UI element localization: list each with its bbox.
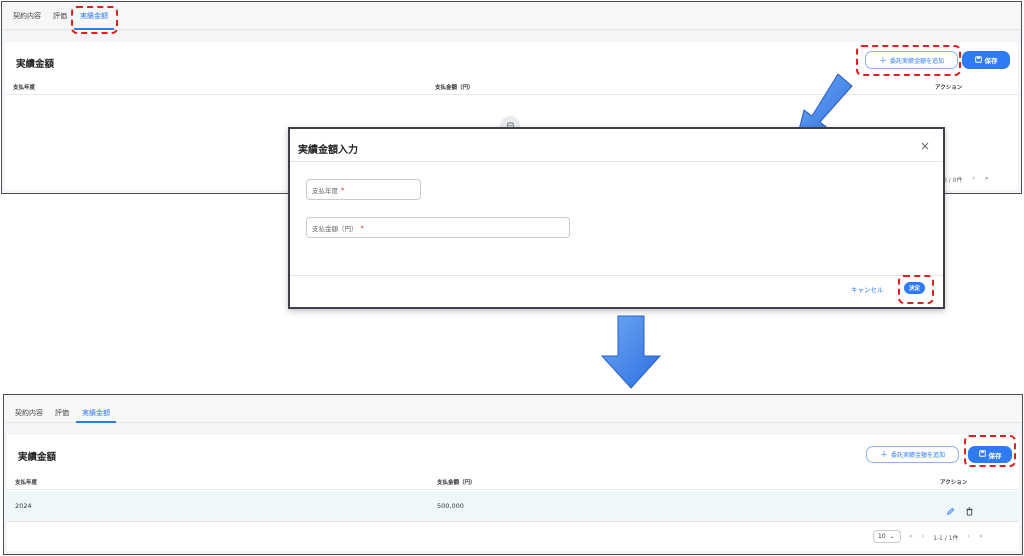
amount-field[interactable]: 支払金額（円） * [306, 217, 570, 238]
chevron-down-icon: ⌄ [889, 533, 895, 540]
active-tab-indicator [74, 28, 114, 30]
column-year: 支払年度 [15, 480, 38, 486]
confirm-button[interactable]: 決定 [904, 282, 925, 294]
save-icon [978, 450, 986, 459]
cancel-button[interactable]: キャンセル [851, 284, 884, 294]
column-action: アクション [940, 480, 968, 486]
tab-contract[interactable]: 契約内容 [13, 11, 41, 21]
edit-icon[interactable] [946, 501, 955, 520]
column-amount: 支払金額（円） [437, 480, 476, 486]
tab-bar: 契約内容 評価 実績金額 [2, 2, 1021, 30]
dialog: 実績金額入力 × 支払年度 * 支払金額（円） * キャンセル 決定 [288, 127, 945, 309]
tab-evaluation[interactable]: 評価 [55, 408, 69, 418]
cell-year: 2024 [15, 502, 32, 510]
section-title: 実績金額 [18, 452, 57, 463]
page-size-select[interactable]: 10 ⌄ [873, 530, 901, 543]
plus-icon: ＋ [878, 55, 887, 65]
dialog-footer-divider [290, 275, 943, 276]
dialog-title: 実績金額入力 [298, 145, 358, 156]
save-button[interactable]: 保存 [962, 51, 1010, 69]
prev-page-icon[interactable]: ‹ [922, 533, 924, 542]
tab-actual-amount[interactable]: 実績金額 [82, 408, 110, 418]
last-page-icon[interactable]: » [979, 533, 983, 542]
content-card: 実績金額 ＋ 委託実績金額を追加 保存 支払年度 支払金額（円） アクション 2… [7, 435, 1019, 551]
tab-evaluation[interactable]: 評価 [53, 11, 67, 21]
column-amount: 支払金額（円） [435, 85, 474, 91]
save-icon [974, 55, 982, 65]
next-page-icon[interactable]: › [968, 533, 970, 542]
delete-icon[interactable] [965, 501, 974, 520]
cell-amount: 500,000 [437, 502, 464, 510]
bottom-screen: 契約内容 評価 実績金額 実績金額 ＋ 委託実績金額を追加 保存 支払年度 支払… [3, 394, 1023, 555]
tab-actual-amount[interactable]: 実績金額 [80, 11, 108, 21]
active-tab-indicator [76, 421, 116, 423]
down-arrow-icon [600, 315, 662, 389]
add-amount-button[interactable]: ＋ 委託実績金額を追加 [865, 51, 958, 69]
pagination-text: 1-1 / 1件 [933, 535, 959, 542]
tab-bar: 契約内容 評価 実績金額 [4, 395, 1022, 423]
pagination: « ‹ 1-1 / 1件 › » [909, 533, 983, 542]
next-page-icon[interactable]: › [972, 175, 974, 184]
pagination-text: 0 / 0件 [943, 177, 963, 184]
year-field[interactable]: 支払年度 * [306, 179, 421, 200]
close-icon[interactable]: × [920, 139, 930, 153]
tab-contract[interactable]: 契約内容 [15, 408, 43, 418]
table-header: 支払年度 支払金額（円） アクション [5, 77, 1018, 95]
add-amount-button[interactable]: ＋ 委託実績金額を追加 [866, 446, 959, 463]
dialog-header-divider [290, 161, 943, 162]
table-header: 支払年度 支払金額（円） アクション [7, 472, 1019, 490]
column-year: 支払年度 [13, 85, 36, 91]
plus-icon: ＋ [879, 450, 888, 459]
column-action: アクション [935, 85, 963, 91]
first-page-icon[interactable]: « [909, 533, 913, 542]
pagination: 0 / 0件 › » [943, 175, 989, 184]
section-title: 実績金額 [16, 59, 55, 70]
save-button[interactable]: 保存 [968, 446, 1012, 463]
table-row: 2024 500,000 [7, 491, 1019, 522]
last-page-icon[interactable]: » [985, 175, 989, 184]
